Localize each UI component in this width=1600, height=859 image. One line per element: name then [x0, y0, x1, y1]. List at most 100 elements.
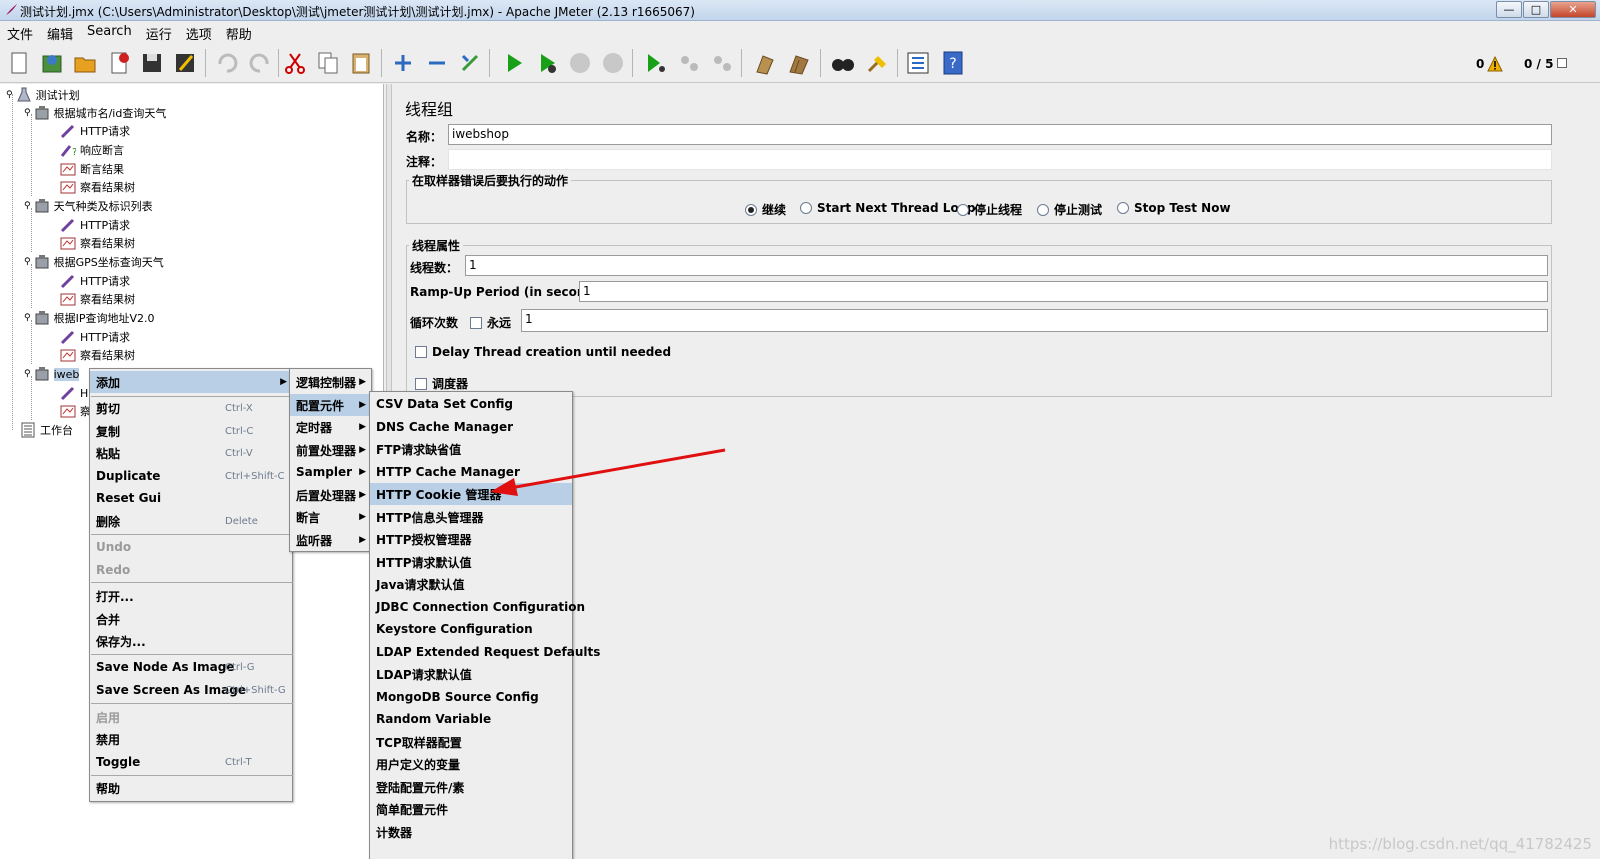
- config-item[interactable]: HTTP授权管理器: [370, 528, 572, 550]
- shutdown-icon[interactable]: [598, 48, 628, 78]
- menu-item-save-node-image[interactable]: Save Node As Image Ctrl-G: [90, 656, 292, 678]
- warning-icon[interactable]: [1487, 56, 1503, 72]
- tree-node[interactable]: ⚲ 测试计划: [6, 86, 80, 104]
- menu-item-delete[interactable]: 删除 Delete: [90, 510, 292, 532]
- loop-count-input[interactable]: 1: [521, 309, 1548, 332]
- radio-button[interactable]: [957, 203, 969, 216]
- tree-node[interactable]: 工作台: [20, 421, 73, 439]
- close-window-button[interactable]: ✕: [1550, 1, 1596, 18]
- radio-start-next-loop[interactable]: Start Next Thread Loop: [800, 201, 976, 215]
- name-input[interactable]: iwebshop: [448, 124, 1552, 145]
- submenu-config-element[interactable]: 配置元件 ▶: [290, 394, 371, 416]
- menu-item-cut[interactable]: 剪切 Ctrl-X: [90, 397, 292, 419]
- tree-node[interactable]: HTTP请求: [60, 328, 130, 346]
- menu-search[interactable]: Search: [80, 21, 139, 43]
- remote-stop-icon[interactable]: [674, 48, 704, 78]
- tree-node[interactable]: ⚲ 天气种类及标识列表: [24, 197, 153, 215]
- radio-continue[interactable]: 继续: [745, 201, 786, 218]
- rampup-input[interactable]: 1: [579, 281, 1548, 302]
- checkbox[interactable]: [415, 346, 427, 358]
- menu-item-toggle[interactable]: Toggle Ctrl-T: [90, 751, 292, 773]
- tree-node[interactable]: 察看结果树: [60, 290, 135, 308]
- checkbox[interactable]: [470, 316, 482, 329]
- function-helper-icon[interactable]: [903, 48, 933, 78]
- maximize-button[interactable]: □: [1523, 1, 1549, 18]
- menu-item-merge[interactable]: 合并: [90, 608, 292, 630]
- submenu-post-processor[interactable]: 后置处理器 ▶: [290, 484, 371, 506]
- menu-item-reset-gui[interactable]: Reset Gui: [90, 487, 292, 509]
- save-icon[interactable]: [137, 48, 167, 78]
- config-item[interactable]: 登陆配置元件/素: [370, 776, 572, 798]
- scheduler-checkbox[interactable]: 调度器: [415, 375, 468, 392]
- radio-button[interactable]: [800, 202, 812, 214]
- config-item[interactable]: 计数器: [370, 821, 572, 843]
- menu-item-open[interactable]: 打开...: [90, 585, 292, 607]
- submenu-assertion[interactable]: 断言 ▶: [290, 506, 371, 528]
- radio-button[interactable]: [745, 203, 757, 216]
- menu-item-paste[interactable]: 粘贴 Ctrl-V: [90, 442, 292, 464]
- collapse-icon[interactable]: [422, 48, 452, 78]
- config-item[interactable]: 用户定义的变量: [370, 753, 572, 775]
- menu-item-help[interactable]: 帮助: [90, 777, 292, 799]
- tree-node-selected[interactable]: ⚲ iweb: [24, 365, 80, 383]
- config-item[interactable]: LDAP Extended Request Defaults: [370, 641, 600, 663]
- tree-node[interactable]: ⚲ 根据GPS坐标查询天气: [24, 253, 164, 271]
- config-item[interactable]: Keystore Configuration: [370, 618, 572, 640]
- close-icon[interactable]: [104, 48, 134, 78]
- menu-item-redo[interactable]: Redo: [90, 559, 292, 581]
- tree-node[interactable]: 断言结果: [60, 160, 124, 178]
- open-icon[interactable]: [70, 48, 100, 78]
- tree-node[interactable]: HTTP请求: [60, 216, 130, 234]
- submenu-listener[interactable]: 监听器 ▶: [290, 529, 371, 551]
- start-icon[interactable]: [499, 48, 529, 78]
- tree-node[interactable]: 察: [60, 402, 91, 420]
- radio-button[interactable]: [1037, 203, 1049, 216]
- config-item[interactable]: Random Variable: [370, 708, 572, 730]
- cut-icon[interactable]: [280, 48, 310, 78]
- menu-item-save-as[interactable]: 保存为...: [90, 630, 292, 652]
- menu-item-duplicate[interactable]: Duplicate Ctrl+Shift-C: [90, 465, 292, 487]
- config-item[interactable]: DNS Cache Manager: [370, 416, 572, 438]
- submenu-sampler[interactable]: Sampler ▶: [290, 461, 371, 483]
- tree-node[interactable]: H: [60, 384, 88, 402]
- menu-run[interactable]: 运行: [139, 21, 179, 43]
- tree-node[interactable]: HTTP请求: [60, 272, 130, 290]
- submenu-timer[interactable]: 定时器 ▶: [290, 416, 371, 438]
- save-as-icon[interactable]: [170, 48, 200, 78]
- paste-icon[interactable]: [346, 48, 376, 78]
- clear-all-icon[interactable]: [784, 48, 814, 78]
- copy-icon[interactable]: [313, 48, 343, 78]
- menu-item-copy[interactable]: 复制 Ctrl-C: [90, 420, 292, 442]
- stop-icon[interactable]: [565, 48, 595, 78]
- submenu-logic-controller[interactable]: 逻辑控制器 ▶: [290, 371, 371, 393]
- config-item[interactable]: CSV Data Set Config: [370, 393, 572, 415]
- menu-item-undo[interactable]: Undo: [90, 536, 292, 558]
- tree-node[interactable]: 察看结果树: [60, 234, 135, 252]
- config-item[interactable]: 简单配置元件: [370, 798, 572, 820]
- search-icon[interactable]: [828, 48, 858, 78]
- tree-node[interactable]: ⚲ 根据IP查询地址V2.0: [24, 309, 155, 327]
- tree-node[interactable]: ⚲ 根据城市名/id查询天气: [24, 104, 166, 122]
- config-item[interactable]: TCP取样器配置: [370, 731, 572, 753]
- radio-button[interactable]: [1117, 202, 1129, 214]
- submenu-pre-processor[interactable]: 前置处理器 ▶: [290, 439, 371, 461]
- forever-checkbox[interactable]: 永远: [470, 314, 511, 331]
- remote-start-icon[interactable]: [640, 48, 670, 78]
- delay-thread-checkbox[interactable]: Delay Thread creation until needed: [415, 345, 671, 359]
- checkbox[interactable]: [415, 377, 427, 390]
- radio-stop-test-now[interactable]: Stop Test Now: [1117, 201, 1231, 215]
- expand-icon[interactable]: [388, 48, 418, 78]
- minimize-button[interactable]: —: [1496, 1, 1522, 18]
- undo-icon[interactable]: [212, 48, 242, 78]
- new-icon[interactable]: [4, 48, 34, 78]
- config-item[interactable]: MongoDB Source Config: [370, 686, 572, 708]
- config-item[interactable]: LDAP请求默认值: [370, 663, 572, 685]
- menu-item-save-screen-image[interactable]: Save Screen As Image Ctrl+Shift-G: [90, 679, 292, 701]
- radio-stop-test[interactable]: 停止测试: [1037, 201, 1102, 218]
- redo-icon[interactable]: [245, 48, 275, 78]
- config-item[interactable]: HTTP请求默认值: [370, 551, 572, 573]
- tree-node[interactable]: HTTP请求: [60, 122, 130, 140]
- menu-help[interactable]: 帮助: [219, 21, 259, 43]
- tree-node[interactable]: 察看结果树: [60, 178, 135, 196]
- radio-stop-thread[interactable]: 停止线程: [957, 201, 1022, 218]
